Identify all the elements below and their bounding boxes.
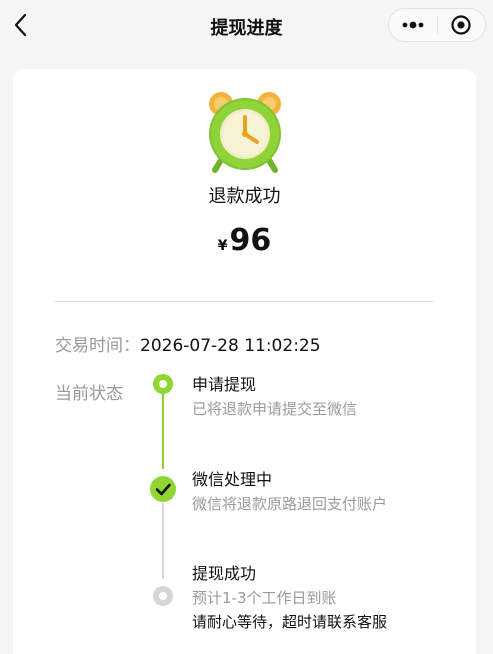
close-mini-program-button[interactable] [437, 9, 485, 41]
amount-value: 96 [229, 223, 272, 258]
divider [55, 301, 433, 302]
more-dots-icon [402, 21, 424, 29]
timeline-step-processing: 微信处理中 微信将退款原路退回支付账户 [192, 469, 387, 515]
status-title: 退款成功 [208, 186, 281, 207]
transaction-time-row: 交易时间：2026-07-28 11:02:25 [55, 331, 321, 356]
refund-amount: ¥96 [13, 223, 476, 258]
timeline-connector-pending [162, 503, 164, 579]
step-1-marker [153, 374, 173, 394]
progress-card: 退款成功 ¥96 交易时间：2026-07-28 11:02:25 当前状态 申… [13, 69, 476, 654]
more-button[interactable] [389, 9, 437, 41]
current-state-label: 当前状态 [55, 384, 123, 404]
step-note: 请耐心等待，超时请联系客服 [192, 613, 388, 631]
check-icon [155, 483, 171, 496]
timeline-step-apply: 申请提现 已将退款申请提交至微信 [192, 374, 357, 420]
step-1-marker-inner [159, 380, 167, 388]
step-title: 微信处理中 [192, 470, 273, 489]
step-desc: 微信将退款原路退回支付账户 [192, 495, 388, 513]
step-3-marker [153, 586, 173, 606]
currency-symbol: ¥ [217, 238, 228, 254]
transaction-time-value: 2026-07-28 11:02:25 [140, 336, 321, 356]
timeline-connector-done [162, 391, 164, 469]
transaction-time-label: 交易时间： [55, 336, 140, 356]
timeline-step-success: 提现成功 预计1-3个工作日到账 请耐心等待，超时请联系客服 [192, 563, 387, 633]
navbar: 提现进度 [0, 0, 493, 50]
step-3-marker-inner [159, 592, 167, 600]
step-2-marker [150, 476, 176, 502]
step-title: 申请提现 [192, 375, 257, 394]
mini-program-capsule [388, 8, 486, 42]
step-desc: 预计1-3个工作日到账 [192, 589, 337, 607]
alarm-clock-icon [203, 90, 287, 174]
step-title: 提现成功 [192, 564, 257, 583]
step-desc: 已将退款申请提交至微信 [192, 400, 358, 418]
target-icon [451, 15, 471, 35]
